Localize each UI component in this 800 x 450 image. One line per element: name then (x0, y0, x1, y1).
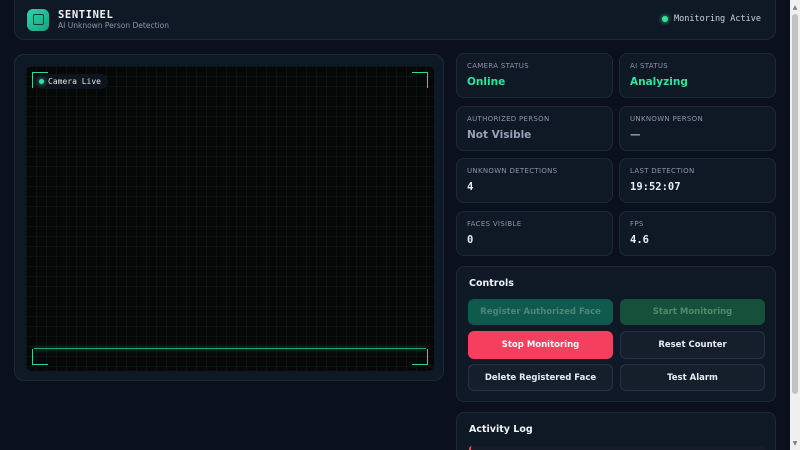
scroll-up-icon[interactable]: ▲ (790, 1, 800, 13)
frame-corner-bottom-right (412, 349, 428, 365)
app-header: SENTINEL AI Unknown Person Detection Mon… (14, 0, 776, 40)
monitoring-status-text: Monitoring Active (674, 14, 761, 24)
start-monitoring-button[interactable]: Start Monitoring (620, 299, 765, 325)
activity-log-title: Activity Log (469, 424, 533, 435)
stat-label: UNKNOWN PERSON (630, 115, 703, 123)
stat-camera-status: CAMERA STATUS Online (456, 53, 613, 98)
log-entry (469, 446, 765, 450)
delete-face-button[interactable]: Delete Registered Face (468, 364, 613, 391)
stat-label: UNKNOWN DETECTIONS (467, 167, 558, 175)
stat-value: 0 (467, 234, 474, 246)
stat-value: Not Visible (467, 129, 532, 141)
sentinel-logo-icon (27, 8, 49, 31)
stat-value: 19:52:07 (630, 181, 681, 193)
stat-label: LAST DETECTION (630, 167, 695, 175)
stat-value: 4.6 (630, 234, 649, 246)
brand: SENTINEL AI Unknown Person Detection (58, 9, 169, 31)
scrollbar-thumb[interactable] (792, 14, 798, 394)
stat-fps: FPS 4.6 (619, 211, 776, 256)
reset-counter-button[interactable]: Reset Counter (620, 331, 765, 359)
status-dot-icon (662, 16, 668, 22)
controls-title: Controls (469, 278, 514, 289)
camera-feed: Camera Live (26, 66, 434, 371)
stat-ai-status: AI STATUS Analyzing (619, 53, 776, 98)
activity-log-panel: Activity Log (456, 412, 776, 450)
monitoring-status: Monitoring Active (662, 14, 761, 24)
test-alarm-button[interactable]: Test Alarm (620, 364, 765, 391)
stat-label: CAMERA STATUS (467, 62, 529, 70)
stat-value: — (630, 129, 641, 141)
frame-corner-top-right (412, 72, 428, 88)
stat-authorized-person: AUTHORIZED PERSON Not Visible (456, 106, 613, 151)
stop-monitoring-button[interactable]: Stop Monitoring (468, 331, 613, 359)
stat-value: Analyzing (630, 76, 688, 88)
app-subtitle: AI Unknown Person Detection (58, 20, 169, 30)
scroll-down-icon[interactable]: ▼ (790, 437, 800, 449)
stat-last-detection: LAST DETECTION 19:52:07 (619, 158, 776, 203)
stat-value: Online (467, 76, 506, 88)
frame-corner-bottom-left (32, 349, 48, 365)
app-title: SENTINEL (58, 8, 114, 21)
stat-value: 4 (467, 181, 474, 193)
camera-panel: Camera Live (14, 54, 444, 381)
stat-label: AUTHORIZED PERSON (467, 115, 550, 123)
camera-live-label: Camera Live (48, 77, 101, 86)
stat-faces-visible: FACES VISIBLE 0 (456, 211, 613, 256)
camera-live-badge: Camera Live (34, 74, 108, 89)
register-face-button[interactable]: Register Authorized Face (468, 299, 613, 325)
stat-label: FPS (630, 220, 644, 228)
live-dot-icon (39, 79, 44, 84)
stat-unknown-person: UNKNOWN PERSON — (619, 106, 776, 151)
stat-label: AI STATUS (630, 62, 669, 70)
stat-unknown-detections: UNKNOWN DETECTIONS 4 (456, 158, 613, 203)
scan-line (34, 348, 426, 349)
page-scrollbar[interactable]: ▲ ▼ (790, 0, 800, 450)
stat-label: FACES VISIBLE (467, 220, 522, 228)
controls-panel: Controls Register Authorized Face Start … (456, 266, 776, 402)
